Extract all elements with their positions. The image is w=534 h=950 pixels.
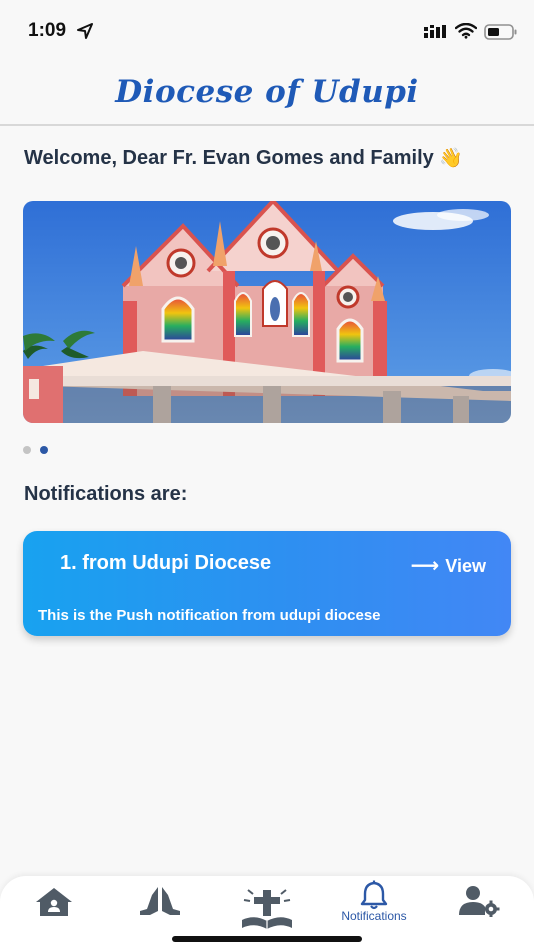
church-illustration <box>23 201 511 423</box>
signal-icon <box>424 25 446 38</box>
status-bar: 1:09 <box>0 0 534 62</box>
view-button[interactable]: ⟶ View <box>411 553 486 578</box>
view-label: View <box>445 556 486 576</box>
arrow-right-icon: ⟶ <box>410 555 440 577</box>
tab-home[interactable] <box>22 876 86 936</box>
carousel-image-church[interactable] <box>23 201 511 423</box>
welcome-text: Welcome, Dear Fr. Evan Gomes and Family <box>24 147 434 169</box>
bell-icon <box>360 880 388 910</box>
tab-bible[interactable] <box>232 876 302 936</box>
bible-cross-icon <box>242 889 292 929</box>
praying-hands-icon <box>140 887 180 915</box>
home-indicator <box>172 936 362 942</box>
notifications-heading: Notifications are: <box>24 483 188 505</box>
welcome-message: Welcome, Dear Fr. Evan Gomes and Family … <box>24 146 463 170</box>
app-header: Diocese of Udupi <box>0 62 534 126</box>
notification-body: This is the Push notification from udupi… <box>38 607 381 624</box>
battery-icon <box>484 24 517 40</box>
user-settings-icon <box>459 886 500 917</box>
app-title: Diocese of Udupi <box>115 74 419 110</box>
wifi-icon <box>455 23 477 39</box>
notification-card[interactable]: 1. from Udupi Diocese ⟶ View This is the … <box>23 531 511 636</box>
tab-prayers[interactable] <box>128 876 192 936</box>
home-icon <box>36 888 72 916</box>
carousel-dot-active[interactable] <box>40 446 48 454</box>
waving-hand-icon: 👋 <box>439 148 464 169</box>
carousel-indicators <box>23 441 57 459</box>
tab-notifications[interactable]: Notifications <box>330 876 418 936</box>
tab-profile-settings[interactable] <box>450 876 514 936</box>
location-arrow-icon <box>77 23 93 39</box>
status-time: 1:09 <box>28 20 67 41</box>
tab-label-notifications: Notifications <box>341 909 407 923</box>
carousel-dot[interactable] <box>23 446 31 454</box>
notification-title: 1. from Udupi Diocese <box>60 552 272 574</box>
